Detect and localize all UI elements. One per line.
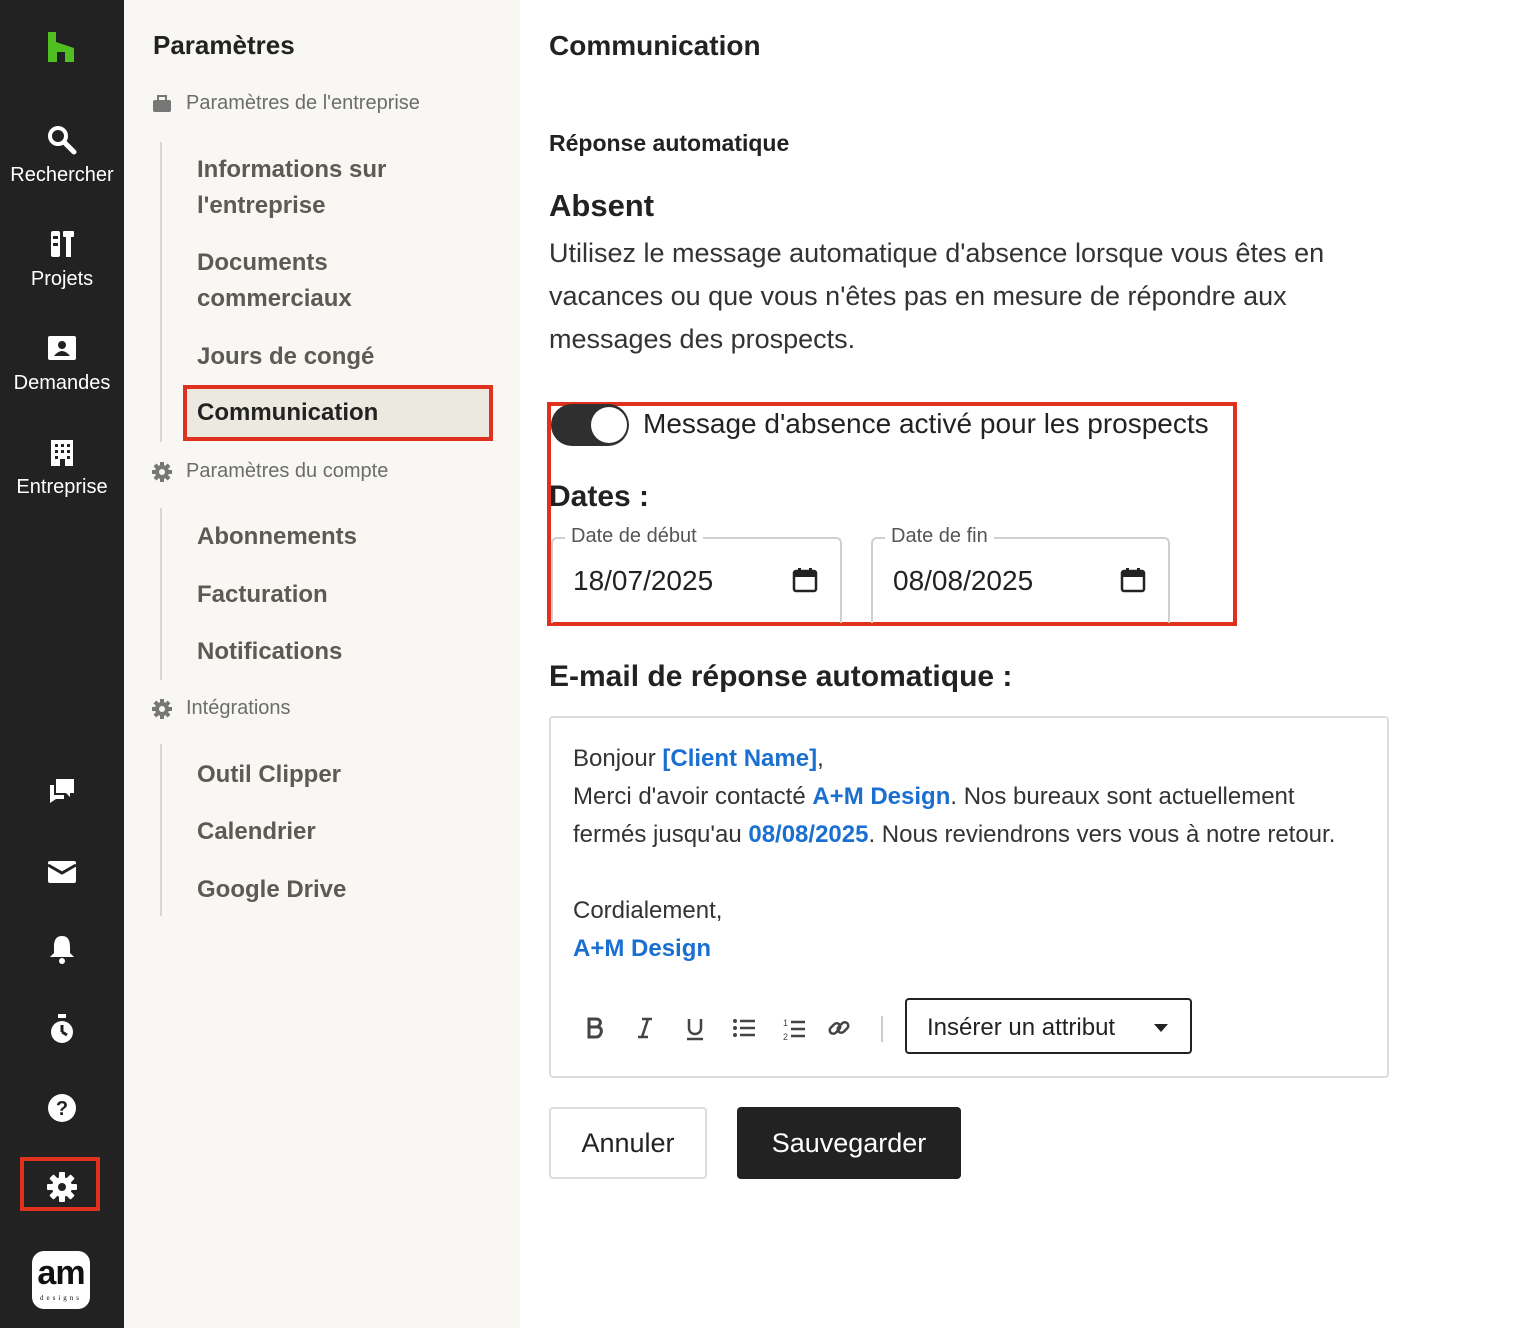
sidebar-item-billing[interactable]: Facturation — [197, 577, 328, 613]
sidebar-item-notifications[interactable]: Notifications — [197, 634, 342, 670]
sidebar-item-communication-label: Communication — [197, 399, 379, 426]
absent-title: Absent — [549, 188, 655, 223]
link-icon[interactable] — [827, 1016, 851, 1040]
group-integrations: Intégrations — [152, 697, 291, 720]
gear-small-icon — [152, 698, 172, 719]
group-company-settings: Paramètres de l'entreprise — [152, 92, 420, 115]
group-divider — [160, 744, 162, 916]
bullet-list-icon[interactable] — [732, 1016, 756, 1040]
group-divider — [160, 142, 162, 442]
end-date-value: 08/08/2025 — [893, 565, 1034, 596]
group-divider — [160, 508, 162, 680]
gear-small-icon — [152, 461, 172, 482]
end-date-field[interactable]: Date de fin 08/08/2025 — [871, 525, 1170, 623]
absence-toggle-label: Message d'absence activé pour les prospe… — [643, 408, 1209, 439]
sidebar-item-holidays[interactable]: Jours de congé — [197, 339, 374, 375]
email-section-title: E-mail de réponse automatique : — [549, 660, 1013, 693]
caret-down-icon — [1154, 1024, 1168, 1032]
svg-text:2: 2 — [783, 1032, 788, 1042]
rail-requests[interactable]: Demandes — [0, 334, 124, 395]
tools-icon — [51, 231, 74, 257]
attribute-signature: A+M Design — [573, 935, 712, 962]
toolbar-separator — [881, 1016, 883, 1042]
sidebar-item-communication[interactable]: Communication — [183, 385, 493, 441]
save-button[interactable]: Sauvegarder — [737, 1107, 961, 1179]
help-icon: ? — [48, 1094, 76, 1122]
email-comma: , — [817, 745, 824, 772]
avatar-subtext: designs — [40, 1294, 82, 1302]
rail-requests-label: Demandes — [13, 372, 111, 394]
sidebar-item-google-drive[interactable]: Google Drive — [197, 872, 346, 908]
section-title: Réponse automatique — [549, 130, 790, 156]
notifications-button[interactable] — [42, 929, 82, 969]
sidebar-item-subscriptions[interactable]: Abonnements — [197, 519, 357, 555]
app-rail: Rechercher Projets Demandes Entreprise ?… — [0, 0, 124, 1328]
rail-company-label: Entreprise — [16, 476, 108, 498]
start-date-label: Date de début — [565, 525, 703, 548]
main-content: Communication Réponse automatique Absent… — [520, 0, 1514, 1328]
auto-reply-text[interactable]: Bonjour [Client Name], Merci d'avoir con… — [573, 740, 1363, 992]
page-title: Communication — [549, 30, 761, 61]
timer-button[interactable] — [42, 1009, 82, 1049]
rail-search[interactable]: Rechercher — [0, 124, 124, 187]
avatar-text: am — [37, 1254, 85, 1292]
group-integrations-label: Intégrations — [186, 697, 291, 719]
messages-button[interactable] — [42, 771, 82, 811]
end-date-label: Date de fin — [885, 525, 994, 548]
avatar[interactable]: am designs — [32, 1251, 90, 1309]
sidebar-item-calendar[interactable]: Calendrier — [197, 814, 316, 850]
dates-title: Dates : — [549, 480, 650, 513]
inbox-button[interactable] — [42, 851, 82, 891]
sidebar-item-company-info[interactable]: Informations sur l'entreprise — [197, 152, 447, 224]
email-greeting: Bonjour — [573, 745, 663, 772]
toggle-knob — [591, 407, 627, 443]
group-company-label: Paramètres de l'entreprise — [186, 92, 420, 114]
numbered-list-icon[interactable]: 1 2 — [782, 1016, 806, 1042]
rail-projects[interactable]: Projets — [0, 228, 124, 291]
underline-icon[interactable] — [684, 1016, 706, 1042]
building-icon — [51, 440, 73, 466]
cancel-button[interactable]: Annuler — [549, 1107, 707, 1179]
bold-icon[interactable] — [585, 1016, 605, 1040]
calendar-icon[interactable] — [792, 567, 818, 593]
sidebar-title: Paramètres — [153, 30, 295, 60]
mail-icon — [47, 861, 77, 883]
rail-company[interactable]: Entreprise — [0, 438, 124, 499]
email-closing: Cordialement, — [573, 897, 723, 924]
bell-icon — [50, 936, 74, 964]
attribute-client-name: [Client Name] — [662, 745, 818, 772]
settings-highlight — [20, 1157, 100, 1211]
sidebar-item-commercial-documents[interactable]: Documents commerciaux — [197, 245, 447, 317]
rail-projects-label: Projets — [30, 268, 94, 290]
italic-icon[interactable] — [635, 1016, 655, 1040]
attribute-end-date: 08/08/2025 — [748, 821, 869, 848]
contact-card-icon — [48, 336, 76, 360]
sidebar-item-clipper-tool[interactable]: Outil Clipper — [197, 757, 341, 793]
briefcase-icon — [153, 94, 171, 112]
start-date-field[interactable]: Date de début 18/07/2025 — [551, 525, 842, 623]
houzz-logo-icon[interactable] — [44, 30, 78, 64]
email-body-part: Merci d'avoir contacté — [573, 783, 813, 810]
calendar-icon[interactable] — [1120, 567, 1146, 593]
attribute-company: A+M Design — [812, 783, 951, 810]
search-icon — [48, 126, 77, 155]
auto-reply-editor[interactable]: Bonjour [Client Name], Merci d'avoir con… — [549, 716, 1389, 1078]
rail-search-label: Rechercher — [10, 164, 114, 186]
svg-text:?: ? — [56, 1098, 68, 1120]
absence-toggle[interactable] — [551, 404, 629, 446]
group-account-settings: Paramètres du compte — [152, 460, 388, 483]
start-date-value: 18/07/2025 — [573, 565, 714, 596]
group-account-label: Paramètres du compte — [186, 460, 389, 482]
settings-sidebar: Paramètres Paramètres de l'entreprise In… — [124, 0, 520, 1328]
absent-description: Utilisez le message automatique d'absenc… — [549, 238, 1325, 354]
insert-attribute-label: Insérer un attribut — [927, 1014, 1116, 1041]
insert-attribute-dropdown[interactable]: Insérer un attribut — [905, 998, 1192, 1054]
svg-text:1: 1 — [783, 1018, 788, 1028]
help-button[interactable]: ? — [42, 1088, 82, 1128]
stopwatch-icon — [51, 1014, 73, 1043]
chat-bubbles-icon — [50, 779, 74, 803]
email-body-part: . Nous reviendrons vers vous à notre ret… — [868, 821, 1336, 848]
